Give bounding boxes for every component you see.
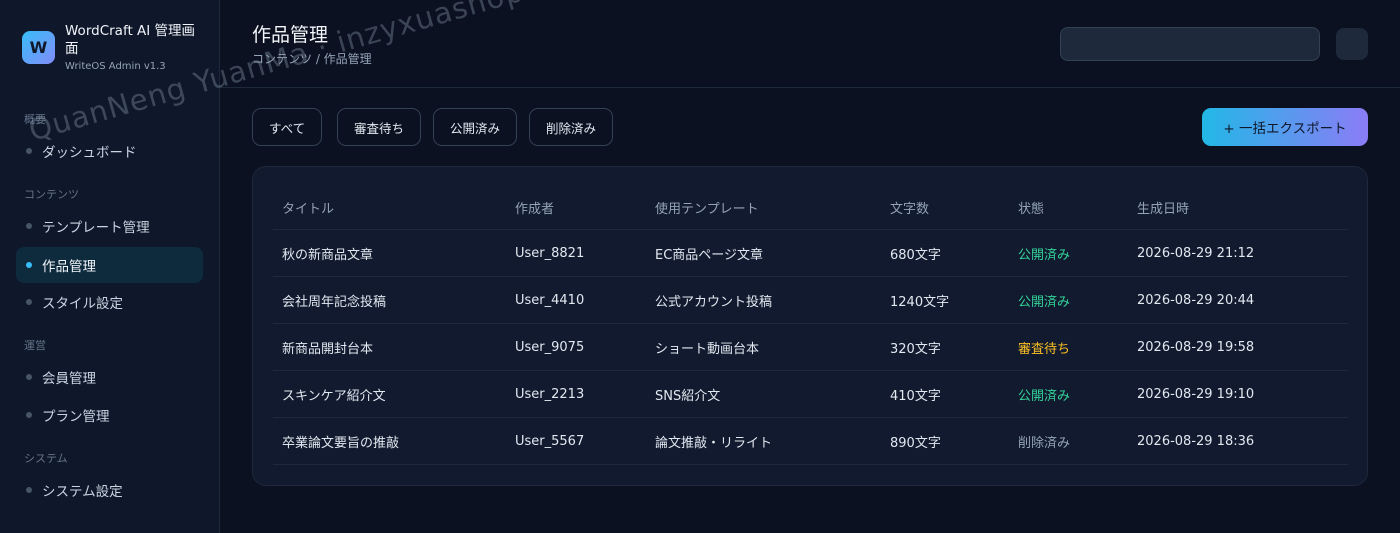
- cell-date: 2026-08-29 18:36: [1137, 433, 1255, 449]
- page-header: 作品管理 コンテンツ / 作品管理: [220, 0, 1400, 88]
- cell-title: 新商品開封台本: [282, 341, 374, 357]
- sidebar-item-templates[interactable]: テンプレート管理: [16, 208, 203, 244]
- table-row[interactable]: 新商品開封台本 User_9075 ショート動画台本 320文字 審査待ち 2026-08…: [273, 324, 1348, 371]
- table-body: 秋の新商品文章 User_8821 EC商品ページ文章 680文字 公開済み 2026-0…: [273, 230, 1348, 465]
- cell-author: User_2213: [515, 386, 585, 402]
- sidebar: W WordCraft AI 管理画面 WriteOS Admin v1.3 概…: [0, 0, 220, 533]
- cell-chars: 410文字: [890, 388, 941, 404]
- cell-status: 公開済み: [1018, 247, 1071, 263]
- cell-chars: 320文字: [890, 341, 941, 357]
- works-table: タイトル 作成者 使用テンプレート 文字数 状態 生成日時 秋の新商品文章 Use…: [273, 185, 1348, 465]
- cell-template: 論文推敲・リライト: [655, 435, 773, 451]
- cell-date: 2026-08-29 19:10: [1137, 386, 1255, 402]
- cell-status: 審査待ち: [1018, 341, 1071, 357]
- column-header-template[interactable]: 使用テンプレート: [655, 185, 759, 229]
- cell-template: SNS紹介文: [655, 388, 721, 404]
- app-root: W WordCraft AI 管理画面 WriteOS Admin v1.3 概…: [0, 0, 1400, 533]
- sidebar-item-label: ダッシュボード: [42, 145, 137, 161]
- search-input[interactable]: [1060, 27, 1320, 61]
- bullet-icon: [26, 262, 32, 268]
- cell-template: EC商品ページ文章: [655, 247, 764, 263]
- cell-chars: 680文字: [890, 247, 941, 263]
- column-header-author[interactable]: 作成者: [515, 185, 554, 229]
- filter-published-button[interactable]: 公開済み: [433, 108, 518, 146]
- cell-title: 会社周年記念投稿: [282, 294, 387, 310]
- cell-author: User_9075: [515, 339, 585, 355]
- cell-title: 秋の新商品文章: [282, 247, 374, 263]
- breadcrumb: コンテンツ / 作品管理: [252, 52, 372, 66]
- bullet-icon: [26, 148, 32, 154]
- cell-chars: 1240文字: [890, 294, 950, 310]
- bullet-icon: [26, 299, 32, 305]
- filter-pending-button[interactable]: 審査待ち: [337, 108, 422, 146]
- sidebar-item-works[interactable]: 作品管理: [16, 247, 203, 283]
- sidebar-item-members[interactable]: 会員管理: [16, 359, 203, 395]
- bullet-icon: [26, 487, 32, 493]
- cell-date: 2026-08-29 21:12: [1137, 245, 1255, 261]
- page-title: 作品管理: [252, 24, 329, 46]
- table-row[interactable]: 会社周年記念投稿 User_4410 公式アカウント投稿 1240文字 公開済み 2026…: [273, 277, 1348, 324]
- sidebar-item-label: スタイル設定: [42, 296, 123, 312]
- sidebar-item-label: プラン管理: [42, 409, 110, 425]
- column-header-date[interactable]: 生成日時: [1137, 185, 1189, 229]
- bullet-icon: [26, 412, 32, 418]
- bullet-icon: [26, 223, 32, 229]
- filter-deleted-button[interactable]: 削除済み: [529, 108, 614, 146]
- table-row[interactable]: 秋の新商品文章 User_8821 EC商品ページ文章 680文字 公開済み 2026-0…: [273, 230, 1348, 277]
- sidebar-item-label: 作品管理: [42, 259, 96, 275]
- cell-title: スキンケア紹介文: [282, 388, 386, 404]
- header-icon-button[interactable]: [1336, 28, 1368, 60]
- brand-subtitle: WriteOS Admin v1.3: [65, 61, 166, 72]
- column-header-title[interactable]: タイトル: [282, 185, 334, 229]
- cell-title: 卒業論文要旨の推敲: [282, 435, 400, 451]
- sidebar-item-plans[interactable]: プラン管理: [16, 397, 203, 433]
- nav-section-content: コンテンツ: [24, 188, 79, 201]
- nav-section-overview: 概要: [24, 113, 46, 126]
- cell-chars: 890文字: [890, 435, 941, 451]
- table-row[interactable]: スキンケア紹介文 User_2213 SNS紹介文 410文字 公開済み 2026-08-…: [273, 371, 1348, 418]
- bullet-icon: [26, 374, 32, 380]
- cell-author: User_4410: [515, 292, 585, 308]
- cell-date: 2026-08-29 20:44: [1137, 292, 1255, 308]
- column-header-status[interactable]: 状態: [1018, 185, 1044, 229]
- cell-template: 公式アカウント投稿: [655, 294, 773, 310]
- nav-section-system: システム: [24, 452, 68, 465]
- cell-status: 公開済み: [1018, 388, 1071, 404]
- nav-section-operations: 運営: [24, 339, 46, 352]
- table-header-row: タイトル 作成者 使用テンプレート 文字数 状態 生成日時: [273, 185, 1348, 230]
- sidebar-item-dashboard[interactable]: ダッシュボード: [16, 133, 203, 169]
- sidebar-item-styles[interactable]: スタイル設定: [16, 284, 203, 320]
- filter-all-button[interactable]: すべて: [252, 108, 323, 146]
- brand: W WordCraft AI 管理画面 WriteOS Admin v1.3: [22, 22, 200, 72]
- cell-author: User_8821: [515, 245, 585, 261]
- cell-template: ショート動画台本: [655, 341, 760, 357]
- sidebar-item-label: 会員管理: [42, 371, 96, 387]
- brand-logo: W: [22, 31, 55, 64]
- sidebar-item-system-settings[interactable]: システム設定: [16, 472, 203, 508]
- table-row[interactable]: 卒業論文要旨の推敲 User_5567 論文推敲・リライト 890文字 削除済み 2026…: [273, 418, 1348, 465]
- brand-title: WordCraft AI 管理画面: [65, 23, 196, 57]
- cell-status: 公開済み: [1018, 294, 1071, 310]
- cell-date: 2026-08-29 19:58: [1137, 339, 1255, 355]
- cell-author: User_5567: [515, 433, 585, 449]
- sidebar-item-label: システム設定: [42, 484, 123, 500]
- bulk-export-button[interactable]: + 一括エクスポート: [1202, 108, 1368, 146]
- cell-status: 削除済み: [1018, 435, 1071, 451]
- sidebar-item-label: テンプレート管理: [42, 220, 150, 236]
- works-table-card: タイトル 作成者 使用テンプレート 文字数 状態 生成日時 秋の新商品文章 Use…: [252, 166, 1368, 486]
- column-header-chars[interactable]: 文字数: [890, 185, 929, 229]
